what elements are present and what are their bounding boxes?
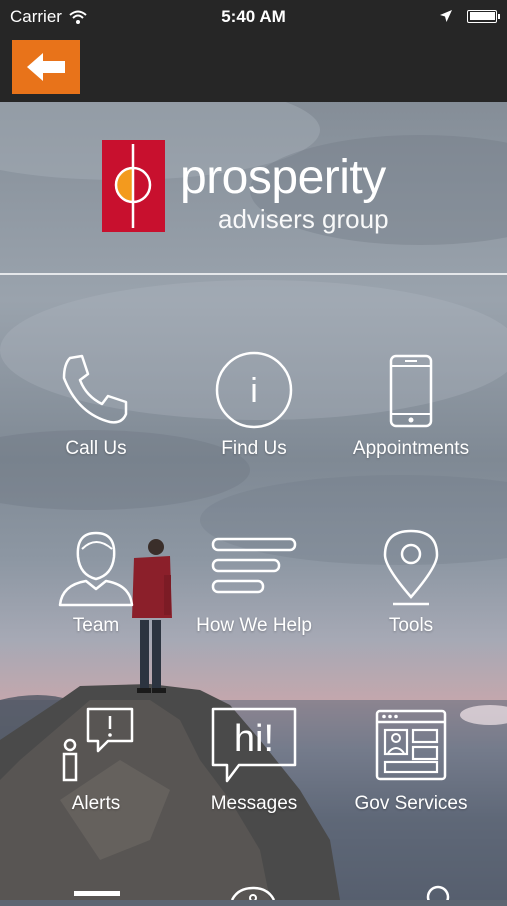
chat-hi-icon: hi! [211,707,297,783]
menu-item-label: Gov Services [354,793,468,814]
map-pin-icon [383,529,439,606]
menu-item-label: Call Us [65,438,127,459]
hi-text: hi! [234,718,274,760]
browser-window-icon [375,709,447,781]
menu-item-label: Team [72,615,120,636]
menu-item-alerts[interactable]: Alerts [16,705,176,815]
menu-item-label: Find Us [221,438,287,459]
menu-item-team[interactable]: Team [16,527,176,637]
svg-text:i: i [250,372,258,410]
menu-item-how-we-help[interactable]: How We Help [174,527,334,637]
menu-item-gov-services[interactable]: Gov Services [331,705,491,815]
menu-item-appointments[interactable]: Appointments [331,350,491,460]
brand-subtitle: advisers group [218,204,389,234]
info-icon: i [215,351,293,429]
menu-item-label: Tools [388,615,434,636]
menu-item-label: Appointments [352,438,470,459]
menu-item-partial-right[interactable] [425,884,451,906]
phone-icon [62,354,128,424]
header-divider [0,273,507,275]
menu-item-label: Messages [210,793,298,814]
menu-item-call-us[interactable]: Call Us [16,350,176,460]
person-icon [58,531,134,607]
menu-item-messages[interactable]: hi! Messages [174,705,334,815]
partial-icon [230,886,276,902]
lines-icon [211,537,297,594]
menu-item-tools[interactable]: Tools [331,527,491,637]
menu-item-partial-left[interactable] [74,888,120,906]
menu-item-label: Alerts [71,793,121,814]
menu-lines-icon [74,891,120,896]
smartphone-icon [389,354,433,428]
battery-icon [467,9,500,23]
alert-icon [62,707,134,782]
logo-mark [102,140,165,232]
status-bar: Carrier 5:40 AM [0,0,507,34]
search-icon [426,885,450,906]
arrow-left-icon [27,53,65,81]
brand-name: prosperity [180,151,386,204]
navigation-bar [0,34,507,102]
location-arrow-icon [440,10,452,22]
status-time: 5:40 AM [221,7,286,26]
menu-item-partial-center[interactable] [228,886,278,905]
menu-item-label: How We Help [196,615,312,636]
menu-item-find-us[interactable]: i Find Us [174,350,334,460]
back-button[interactable] [12,40,80,94]
